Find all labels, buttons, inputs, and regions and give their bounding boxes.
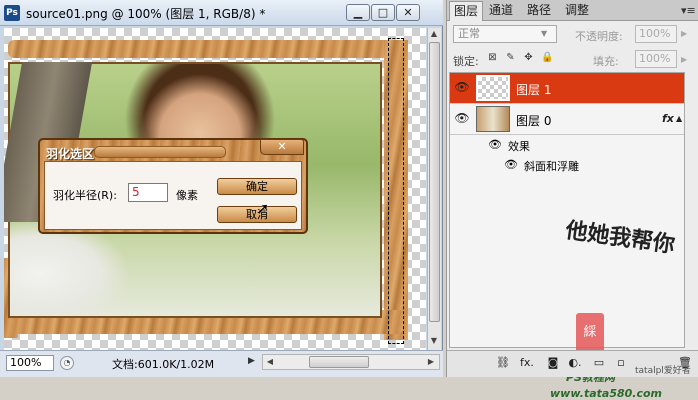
eye-icon[interactable]: 👁 [488, 138, 502, 151]
effects-row[interactable]: 👁 效果 [450, 135, 684, 155]
calligraphy-watermark: 他她我帮你 [563, 217, 677, 259]
scroll-right-icon[interactable]: ▶ [425, 357, 437, 366]
vertical-scroll-thumb[interactable] [429, 42, 440, 322]
panel-menu-icon[interactable]: ▾≡ [681, 4, 696, 17]
scroll-up-icon[interactable]: ▲ [428, 29, 440, 38]
layers-panel: 图层 通道 路径 调整 ▾≡ 正常 ▼ 不透明度: 100% ▶ 锁定: ⊠ ✎… [446, 0, 698, 400]
pixel-unit-label: 像素 [176, 189, 198, 202]
dialog-close-button[interactable]: ✕ [260, 139, 304, 155]
chevron-down-icon[interactable]: ▼ [541, 29, 547, 38]
effects-label: 效果 [508, 140, 530, 153]
dialog-title-inset [94, 146, 226, 158]
eye-icon[interactable]: 👁 [452, 80, 472, 94]
fill-field[interactable]: 100% [635, 50, 677, 68]
document-window: Ps source01.png @ 100% (图层 1, RGB/8) * ▁… [0, 0, 443, 377]
horizontal-scroll-thumb[interactable] [309, 356, 369, 368]
layer-row-1[interactable]: 👁 图层 1 [450, 73, 684, 104]
opacity-field[interactable]: 100% [635, 25, 677, 43]
red-seal-stamp: 綵 [576, 313, 604, 353]
layer-name: 图层 1 [516, 83, 552, 97]
layer-thumbnail [476, 75, 510, 101]
scroll-down-icon[interactable]: ▼ [428, 336, 440, 345]
tab-adjustments[interactable]: 调整 [561, 1, 593, 21]
layers-panel-toolbar: ⛓ fx. ◙ ◐. ▭ ▫ 🗑 tatalpl爱好者 [447, 350, 698, 377]
feather-radius-input[interactable]: 5 [128, 183, 168, 202]
lock-transparency-icon[interactable]: ⊠ [487, 52, 498, 63]
adjustment-icon[interactable]: ◐. [567, 356, 583, 370]
dialog-title: 羽化选区 [46, 147, 95, 161]
bevel-emboss-label: 斜面和浮雕 [524, 160, 579, 173]
zoom-field[interactable]: 100% [6, 355, 54, 371]
layer-row-0[interactable]: 👁 图层 0 fx ▲ [450, 104, 684, 135]
layer-name: 图层 0 [516, 114, 552, 128]
status-bar: 100% ◔ 文档:601.0K/1.02M ▶ ◀ ▶ [0, 350, 443, 377]
tab-paths[interactable]: 路径 [523, 1, 555, 21]
minimize-button[interactable]: ▁ [346, 4, 370, 21]
corner-watermark: tatalpl爱好者 [635, 366, 691, 376]
maximize-button[interactable]: □ [371, 4, 395, 21]
ok-button[interactable]: 确定 [217, 178, 297, 195]
lock-brush-icon[interactable]: ✎ [505, 52, 516, 63]
lock-position-icon[interactable]: ✥ [523, 52, 534, 63]
fill-label: 填充: [593, 55, 619, 68]
document-title: source01.png @ 100% (图层 1, RGB/8) * [26, 7, 266, 21]
eye-icon[interactable]: 👁 [504, 158, 518, 171]
fx-icon[interactable]: fx [662, 112, 674, 125]
expand-arrow-icon[interactable]: ▲ [676, 114, 682, 123]
feather-radius-label: 羽化半径(R): [53, 189, 117, 202]
scroll-left-icon[interactable]: ◀ [264, 357, 276, 366]
url-watermark: www.tata580.com [550, 387, 663, 400]
vertical-scrollbar[interactable]: ▲ ▼ [427, 28, 441, 350]
lock-all-icon[interactable]: 🔒 [541, 52, 553, 63]
dialog-body: 羽化半径(R): 5 像素 确定 取消 ➚ [44, 161, 302, 230]
lock-label: 锁定: [453, 55, 479, 68]
horizontal-scrollbar[interactable]: ◀ ▶ [262, 354, 440, 370]
link-icon[interactable]: ⛓ [495, 356, 511, 370]
opacity-label: 不透明度: [575, 30, 623, 43]
layers-list: 👁 图层 1 👁 图层 0 fx ▲ 👁 效果 👁 斜面和浮雕 他她我帮你 綵 … [449, 72, 685, 400]
panel-tabs: 图层 通道 路径 调整 ▾≡ [447, 0, 698, 21]
opacity-dropdown-icon[interactable]: ▶ [681, 29, 687, 38]
status-menu-arrow-icon[interactable]: ▶ [248, 356, 255, 366]
tab-layers[interactable]: 图层 [449, 1, 484, 21]
close-button[interactable]: ✕ [396, 4, 420, 21]
document-titlebar[interactable]: Ps source01.png @ 100% (图层 1, RGB/8) * ▁… [0, 0, 443, 26]
status-info-icon[interactable]: ◔ [60, 356, 74, 370]
new-layer-icon[interactable]: ▫ [613, 356, 629, 370]
layer-thumbnail [476, 106, 510, 132]
bevel-emboss-row[interactable]: 👁 斜面和浮雕 [450, 155, 684, 175]
photoshop-icon: Ps [4, 5, 20, 21]
wood-frame-top [8, 40, 408, 58]
selection-marquee [388, 38, 404, 344]
eye-icon[interactable]: 👁 [452, 111, 472, 125]
mouse-cursor-icon: ➚ [256, 199, 270, 218]
group-icon[interactable]: ▭ [591, 356, 607, 370]
document-size: 文档:601.0K/1.02M [112, 358, 215, 371]
tab-channels[interactable]: 通道 [485, 1, 517, 21]
mask-icon[interactable]: ◙ [545, 356, 561, 370]
feather-dialog: 羽化选区 ✕ 羽化半径(R): 5 像素 确定 取消 ➚ [38, 138, 308, 234]
fx-icon[interactable]: fx. [519, 356, 535, 370]
fill-dropdown-icon[interactable]: ▶ [681, 55, 687, 64]
